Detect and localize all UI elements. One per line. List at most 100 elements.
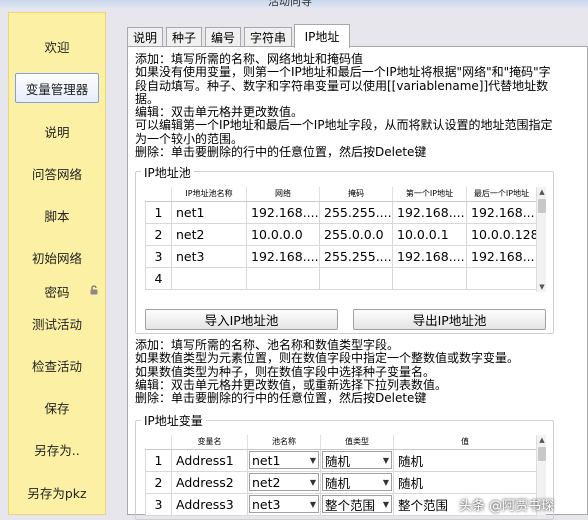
sidebar-item-script[interactable]: 脚本 [9, 200, 105, 230]
tab-number[interactable]: 编号 [205, 27, 241, 47]
pool-name-cell[interactable]: net3 [171, 244, 247, 268]
sidebar-item-label: 欢迎 [44, 39, 70, 55]
pool-name-cell[interactable]: net2 [171, 222, 247, 246]
sidebar-item-initial-network[interactable]: 初始网络 [9, 242, 105, 272]
dropdown-value: 随机 [325, 475, 351, 491]
scroll-up-icon[interactable]: ▲ [537, 187, 547, 197]
table-row[interactable]: 4 [145, 266, 537, 290]
ip-pool-table: IP地址池名称 网络 掩码 第一个IP地址 最后一个IP地址 1 net1 19… [145, 187, 537, 290]
pool-help-text: 添加：填写所需的名称、网络地址和掩码值 如果没有使用变量，则第一个IP地址和最后… [135, 52, 553, 160]
last-ip-cell[interactable] [466, 266, 537, 290]
column-header-network[interactable]: 网络 [246, 187, 320, 202]
ip-variable-title: IP地址变量 [141, 412, 206, 429]
sidebar-item-qa-network[interactable]: 问答网络 [9, 158, 105, 188]
tab-label: 说明 [132, 31, 157, 45]
variable-name-cell[interactable]: Address3 [171, 492, 248, 516]
scroll-thumb[interactable] [538, 447, 546, 461]
mask-cell[interactable] [319, 266, 393, 290]
sidebar-item-save-as-pkz[interactable]: 另存为pkz [9, 477, 105, 507]
first-ip-cell[interactable] [392, 266, 467, 290]
mask-cell[interactable]: 255.0.0.0 [319, 222, 393, 246]
network-cell[interactable] [246, 266, 320, 290]
network-cell[interactable]: 192.168.... [246, 244, 320, 268]
sidebar-item-label: 初始网络 [31, 250, 82, 266]
sidebar-item-variable-manager[interactable]: 变量管理器 [15, 73, 99, 103]
sidebar-item-label: 变量管理器 [25, 81, 89, 97]
dropdown-value: net1 [252, 452, 281, 468]
sidebar-item-save[interactable]: 保存 [9, 392, 105, 422]
column-header-last-ip[interactable]: 最后一个IP地址 [466, 187, 537, 202]
sidebar-item-welcome[interactable]: 欢迎 [9, 31, 105, 61]
last-ip-cell[interactable]: 10.0.0.128 [466, 222, 537, 246]
var-help-text: 添加：填写所需的名称、池名称和数值类型字段。 如果数值类型为元素位置，则在数值字… [135, 338, 520, 406]
mask-cell[interactable]: 255.255.... [319, 200, 393, 224]
row-number: 4 [145, 266, 172, 290]
last-ip-cell[interactable]: 192.168.... [466, 200, 537, 224]
column-header-value[interactable]: 值 [393, 435, 537, 450]
sidebar-item-label: 密码 [44, 284, 70, 300]
row-number: 3 [145, 244, 172, 268]
first-ip-cell[interactable]: 192.168.... [392, 200, 467, 224]
column-header-pool-name[interactable]: 池名称 [247, 435, 321, 450]
tab-seed[interactable]: 种子 [166, 27, 202, 47]
column-header-pool-name[interactable]: IP地址池名称 [171, 187, 247, 202]
value-type-cell: 随机 ▼ [320, 470, 394, 494]
value-type-dropdown[interactable]: 随机 ▼ [322, 473, 392, 491]
pool-name-cell[interactable] [171, 266, 247, 290]
import-ip-pool-button[interactable]: 导入IP地址池 [145, 309, 338, 330]
row-number: 1 [145, 448, 172, 472]
sidebar-item-description[interactable]: 说明 [9, 116, 105, 146]
chevron-down-icon: ▼ [309, 499, 316, 509]
tab-label: 字符串 [249, 31, 286, 45]
scroll-up-icon[interactable]: ▲ [537, 435, 547, 445]
chevron-down-icon: ▼ [309, 455, 316, 465]
value-cell[interactable]: 随机 [393, 448, 537, 472]
table-row[interactable]: 3 net3 192.168.... 255.255.... 192.168..… [145, 244, 537, 268]
variable-name-cell[interactable]: Address1 [171, 448, 248, 472]
tab-string[interactable]: 字符串 [244, 27, 292, 47]
tab-description[interactable]: 说明 [127, 27, 163, 47]
table-row[interactable]: 2 Address2 net2 ▼ 随机 ▼ 随机 [145, 470, 537, 494]
export-ip-pool-button[interactable]: 导出IP地址池 [353, 309, 546, 330]
variable-name-cell[interactable]: Address2 [171, 470, 248, 494]
column-header-value-type[interactable]: 值类型 [320, 435, 394, 450]
window-title: 活动向导 [268, 0, 312, 8]
sidebar-item-password[interactable]: 密码 [9, 276, 105, 306]
table-row[interactable]: 1 Address1 net1 ▼ 随机 ▼ 随机 [145, 448, 537, 472]
pool-name-dropdown[interactable]: net3 ▼ [249, 495, 319, 513]
network-cell[interactable]: 192.168.... [246, 200, 320, 224]
table-row[interactable]: 1 net1 192.168.... 255.255.... 192.168..… [145, 200, 537, 224]
network-cell[interactable]: 10.0.0.0 [246, 222, 320, 246]
sidebar-item-label: 问答网络 [31, 166, 82, 182]
pool-name-cell[interactable]: net1 [171, 200, 247, 224]
sidebar-item-check-activity[interactable]: 检查活动 [9, 350, 105, 380]
value-type-dropdown[interactable]: 随机 ▼ [322, 451, 392, 469]
first-ip-cell[interactable]: 10.0.0.1 [392, 222, 467, 246]
value-type-dropdown[interactable]: 整个范围 ▼ [322, 495, 392, 513]
sidebar-item-label: 另存为pkz [27, 485, 87, 501]
value-cell[interactable]: 随机 [393, 470, 537, 494]
ip-pool-scrollbar[interactable]: ▲ ▼ [536, 187, 546, 292]
tab-ip-address[interactable]: IP地址 [294, 24, 350, 48]
column-header-first-ip[interactable]: 第一个IP地址 [392, 187, 467, 202]
title-bar: 活动向导 [0, 0, 588, 8]
scroll-down-icon[interactable]: ▼ [537, 282, 547, 292]
chevron-down-icon: ▼ [382, 499, 389, 509]
last-ip-cell[interactable]: 192.168.... [466, 244, 537, 268]
scroll-thumb[interactable] [538, 199, 546, 213]
tab-label: 种子 [171, 31, 196, 45]
sidebar-item-save-as[interactable]: 另存为.. [9, 434, 105, 464]
tab-label: 编号 [210, 31, 235, 45]
sidebar-item-label: 另存为.. [34, 442, 80, 458]
pool-name-dropdown[interactable]: net2 ▼ [249, 473, 319, 491]
row-number: 2 [145, 470, 172, 494]
mask-cell[interactable]: 255.255.... [319, 244, 393, 268]
table-row[interactable]: 2 net2 10.0.0.0 255.0.0.0 10.0.0.1 10.0.… [145, 222, 537, 246]
first-ip-cell[interactable]: 192.168.... [392, 244, 467, 268]
column-header-mask[interactable]: 掩码 [319, 187, 393, 202]
column-header-variable-name[interactable]: 变量名 [171, 435, 248, 450]
row-number: 1 [145, 200, 172, 224]
pool-name-dropdown[interactable]: net1 ▼ [249, 451, 319, 469]
sidebar-item-test-activity[interactable]: 测试活动 [9, 308, 105, 338]
dropdown-value: 整个范围 [325, 497, 376, 513]
